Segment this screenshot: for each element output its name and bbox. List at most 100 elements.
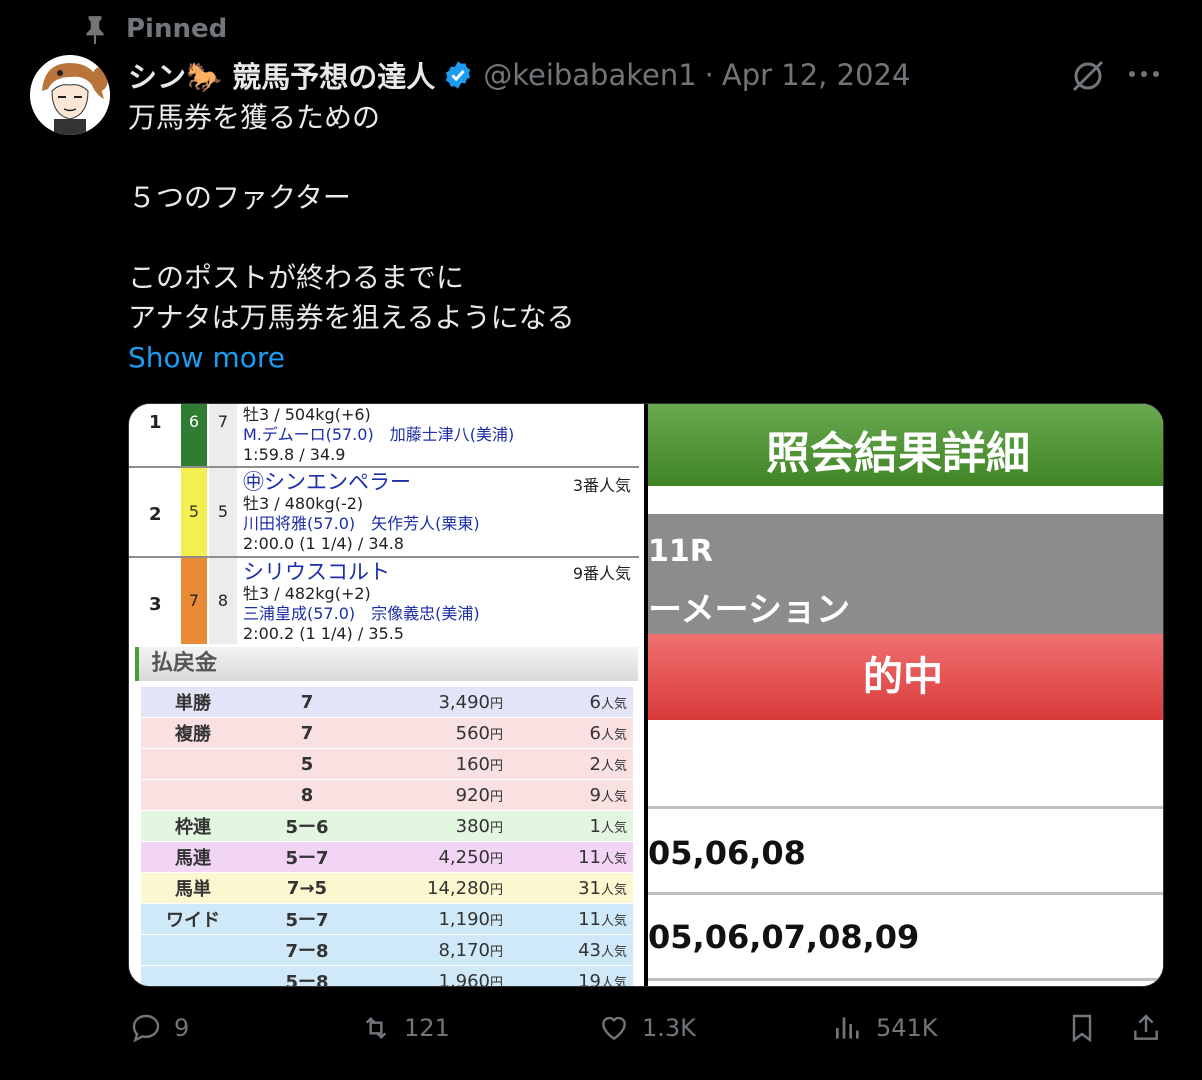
author-handle[interactable]: @keibabaken1 [483,58,696,92]
popularity-cell: 9人気 [509,779,633,811]
bet-type-label [141,965,245,986]
yen-unit: 円 [489,727,503,743]
popularity-rank: 19 [578,970,601,987]
post-date[interactable]: Apr 12, 2024 [722,58,911,92]
popularity-unit: 人気 [600,820,627,836]
post-line [128,218,575,258]
hit-banner: 的中 [648,634,1163,720]
payout-amount-cell: 1,190円 [369,903,509,935]
yen-unit: 円 [489,944,503,960]
payout-row: 複勝 7 560円 6人気 [141,717,633,749]
popularity-cell: 6人気 [509,686,633,718]
payout-row: 5ー8 1,960円 19人気 [141,965,633,987]
selection-row-2: 05,06,07,08,09 [648,912,1163,962]
yen-unit: 円 [489,851,503,867]
reply-count: 9 [174,1014,190,1042]
trainer-name: 加藤士津八(美浦) [389,425,515,444]
post-line: アナタは万馬券を狙えるようになる [128,301,575,334]
payout-row: 単勝 7 3,490円 6人気 [141,686,633,718]
bet-type-label: 馬連 [141,841,245,873]
yen-unit: 円 [489,882,503,898]
repost-icon [365,1016,387,1040]
yen-unit: 円 [489,975,503,987]
bet-type-label: 馬単 [141,872,245,904]
payout-row: 馬連 5ー7 4,250円 11人気 [141,841,633,873]
yen-unit: 円 [489,913,503,929]
popularity: 9番人気 [572,564,631,583]
horse-detail: 牡3 / 482kg(+2) [243,584,371,603]
race-info-band: 11R ーメーション [648,514,1163,634]
popularity-cell: 43人気 [509,934,633,966]
horse-name[interactable]: シリウスコルト [243,560,480,584]
post-text: 万馬券を獲るための ５つのファクター このポストが終わるまでに アナタは万馬券を… [128,98,575,378]
verified-badge-icon[interactable] [443,60,473,90]
avatar[interactable] [30,55,110,135]
share-button[interactable] [1130,1012,1162,1044]
finish-position: 2 [149,504,162,525]
popularity-unit: 人気 [600,851,627,867]
payout-amount-cell: 160円 [369,748,509,780]
waku-number: 6 [181,404,207,466]
payout-amount: 14,280 [427,877,490,899]
payout-amount: 3,490 [438,691,490,713]
avatar-image [30,55,110,135]
bet-type-label: 複勝 [141,717,245,749]
payout-amount: 380 [455,815,490,837]
like-button[interactable]: 1.3K [598,1012,696,1044]
payout-table: 単勝 7 3,490円 6人気 複勝 7 560円 6人気 5 160円 2人気 8 920円 9人気 枠連… [141,686,633,987]
trainer-name: 宗像義忠(美浦) [371,604,480,623]
popularity-unit: 人気 [600,913,627,929]
bookmark-button[interactable] [1066,1012,1098,1044]
views-button[interactable]: 541K [832,1012,938,1044]
post-header: シン🐎 競馬予想の達人 @keibabaken1 · Apr 12, 2024 [128,54,910,96]
finish-time: 1:59.8 / 34.9 [243,445,346,464]
combination: 7→5 [245,872,369,904]
payout-amount: 160 [455,753,490,775]
payout-row: 5 160円 2人気 [141,748,633,780]
payout-amount: 1,190 [438,908,490,930]
payout-amount-cell: 8,170円 [369,934,509,966]
popularity-unit: 人気 [600,975,627,987]
reply-icon [132,1014,160,1043]
popularity: 3番人気 [572,476,631,495]
popularity-cell: 11人気 [509,903,633,935]
payout-amount-cell: 920円 [369,779,509,811]
analytics-icon [836,1017,859,1039]
row-divider [648,892,1163,895]
post-actions: 9 121 1.3K 541K [0,1012,1202,1052]
horse-name[interactable]: ㊥シンエンペラー [243,470,480,494]
show-more-link[interactable]: Show more [128,341,285,374]
combination: 5ー8 [245,965,369,986]
yen-unit: 円 [489,758,503,774]
race-result-row: 2 5 5 ㊥シンエンペラー 牡3 / 480kg(-2) 川田将雅(57.0)… [129,468,639,558]
horse-detail: 牡3 / 504kg(+6) [243,405,371,424]
jockey-name: M.デムーロ(57.0) [243,425,374,444]
horse-detail: 牡3 / 480kg(-2) [243,494,364,513]
combination: 5ー7 [245,841,369,873]
combination: 5ー6 [245,810,369,842]
popularity-cell: 2人気 [509,748,633,780]
bet-result-image[interactable]: 照会結果詳細 11R ーメーション 的中 05,06,08 05,06,07,0… [648,404,1163,986]
payout-amount: 920 [455,784,490,806]
combination: 5 [245,748,369,780]
like-count: 1.3K [642,1014,696,1042]
author-name[interactable]: シン🐎 競馬予想の達人 [128,54,435,96]
combination: 5ー7 [245,903,369,935]
horse-number: 7 [209,404,237,466]
heart-icon [602,1016,626,1041]
bet-type-label: 単勝 [141,686,245,718]
jockey-name: 三浦皇成(57.0) [243,604,356,623]
yen-unit: 円 [489,789,503,805]
repost-button[interactable]: 121 [360,1012,450,1044]
reply-button[interactable]: 9 [130,1012,189,1044]
media-attachment[interactable]: 1 6 7 牡3 / 504kg(+6) M.デムーロ(57.0) 加藤士津八(… [128,403,1164,987]
horse-number: 5 [209,468,237,556]
popularity-rank: 6 [589,722,601,744]
post-line: このポストが終わるまでに [128,261,465,294]
selection-row-1: 05,06,08 [648,828,1163,878]
payout-row: 枠連 5ー6 380円 1人気 [141,810,633,842]
race-result-image[interactable]: 1 6 7 牡3 / 504kg(+6) M.デムーロ(57.0) 加藤士津八(… [129,404,644,986]
bet-type-label [141,934,245,966]
grok-icon[interactable] [1068,56,1108,96]
more-options-icon[interactable] [1124,58,1164,90]
